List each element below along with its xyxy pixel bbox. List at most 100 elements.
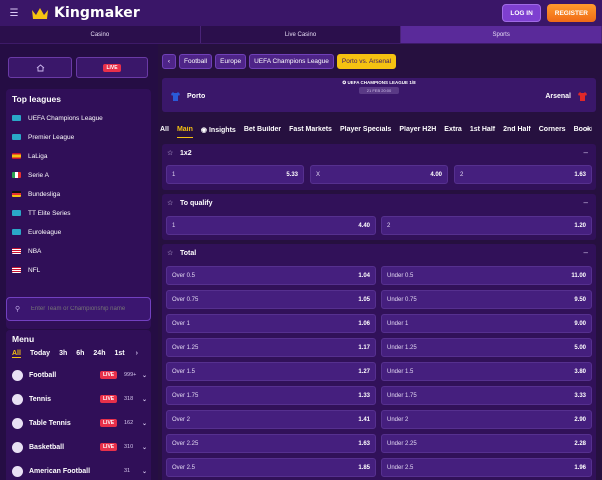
league-item[interactable]: NFL xyxy=(12,264,40,276)
tab-extra[interactable]: Extra xyxy=(444,126,462,138)
login-button[interactable]: LOG IN xyxy=(502,4,541,22)
tab-1st-half[interactable]: 1st Half xyxy=(470,126,495,138)
search-input[interactable] xyxy=(30,306,150,312)
market-title: To qualify xyxy=(180,199,213,207)
odd-button[interactable]: Under 2.5 1.96 xyxy=(381,458,592,477)
live-badge: LIVE xyxy=(103,63,121,72)
odd-value: 1.63 xyxy=(358,440,370,447)
league-item[interactable]: Euroleague xyxy=(12,226,61,238)
tab-bookings[interactable]: Bookings xyxy=(574,126,592,138)
odd-button[interactable]: Over 1.5 1.27 xyxy=(166,362,376,381)
odd-button[interactable]: Over 1 1.06 xyxy=(166,314,376,333)
breadcrumb: ‹ Football Europe UEFA Champions League … xyxy=(162,54,397,69)
sport-item-tennis[interactable]: Tennis LIVE 318 ⌄ xyxy=(12,392,147,406)
tab-player-h2h[interactable]: Player H2H xyxy=(399,126,436,138)
tab-sports[interactable]: Sports xyxy=(401,26,602,43)
league-item[interactable]: LaLiga xyxy=(12,150,48,162)
odd-value: 1.85 xyxy=(358,464,370,471)
breadcrumb-football[interactable]: Football xyxy=(179,54,213,69)
league-item[interactable]: TT Elite Series xyxy=(12,207,71,219)
odd-button[interactable]: Over 1.75 1.33 xyxy=(166,386,376,405)
tab-fast-markets[interactable]: Fast Markets xyxy=(289,126,332,138)
match-league: ✪ UEFA CHAMPIONS LEAGUE 1/8 xyxy=(162,80,596,86)
odd-button[interactable]: Under 1.5 3.80 xyxy=(381,362,592,381)
menu-tab-3h[interactable]: 3h xyxy=(59,350,67,358)
menu-tab-1st[interactable]: 1st xyxy=(114,350,124,358)
star-icon[interactable]: ☆ xyxy=(167,199,175,207)
tab-corners[interactable]: Corners xyxy=(539,126,566,138)
tab-live-casino[interactable]: Live Casino xyxy=(201,26,402,43)
odd-button[interactable]: 2 1.20 xyxy=(381,216,592,235)
sport-item-american-football[interactable]: American Football 31 ⌄ xyxy=(12,464,147,478)
odd-label: Over 2.25 xyxy=(172,440,199,447)
register-button[interactable]: REGISTER xyxy=(546,4,596,22)
menu-tab-6h[interactable]: 6h xyxy=(76,350,84,358)
collapse-icon[interactable]: – xyxy=(584,148,588,157)
odd-button[interactable]: Under 2.25 2.28 xyxy=(381,434,592,453)
league-logo-icon: ✪ xyxy=(342,80,347,85)
odd-button[interactable]: Under 1 9.00 xyxy=(381,314,592,333)
chevron-down-icon[interactable]: ⌄ xyxy=(142,396,147,403)
odd-button[interactable]: Under 1.25 5.00 xyxy=(381,338,592,357)
star-icon[interactable]: ☆ xyxy=(167,149,175,157)
flag-icon xyxy=(12,191,21,197)
chevron-down-icon[interactable]: ⌄ xyxy=(142,372,147,379)
match-stage: 1/8 xyxy=(409,80,416,85)
league-item[interactable]: Premier League xyxy=(12,131,74,143)
tab-main[interactable]: Main xyxy=(176,126,193,138)
tab-all[interactable]: All xyxy=(160,126,169,138)
odd-value: 1.27 xyxy=(358,368,370,375)
league-item[interactable]: Bundesliga xyxy=(12,188,60,200)
odd-button[interactable]: Over 0.5 1.04 xyxy=(166,266,376,285)
league-item[interactable]: Serie A xyxy=(12,169,49,181)
league-item[interactable]: NBA xyxy=(12,245,41,257)
flag-icon xyxy=(12,115,21,121)
odd-button[interactable]: Over 1.25 1.17 xyxy=(166,338,376,357)
chevron-down-icon[interactable]: ⌄ xyxy=(142,444,147,451)
breadcrumb-league[interactable]: UEFA Champions League xyxy=(249,54,334,69)
league-item[interactable]: UEFA Champions League xyxy=(12,112,103,124)
search-box[interactable]: ⚲ xyxy=(6,297,151,321)
logo[interactable]: Kingmaker xyxy=(31,5,140,21)
odd-value: 5.33 xyxy=(286,171,298,178)
odd-button[interactable]: 1 4.40 xyxy=(166,216,376,235)
odd-button[interactable]: 1 5.33 xyxy=(166,165,304,184)
collapse-icon[interactable]: – xyxy=(584,198,588,207)
hamburger-menu-icon[interactable]: ☰ xyxy=(7,6,21,20)
sport-item-basketball[interactable]: Basketball LIVE 310 ⌄ xyxy=(12,440,147,454)
menu-tab-all[interactable]: All xyxy=(12,350,21,358)
odd-button[interactable]: 2 1.63 xyxy=(454,165,592,184)
menu-tab-24h[interactable]: 24h xyxy=(93,350,105,358)
live-button[interactable]: LIVE xyxy=(76,57,148,78)
sport-item-football[interactable]: Football LIVE 999+ ⌄ xyxy=(12,368,147,382)
sport-name: Football xyxy=(29,371,57,379)
odd-button[interactable]: Under 2 2.90 xyxy=(381,410,592,429)
home-button[interactable] xyxy=(8,57,72,78)
odd-button[interactable]: Over 2 1.41 xyxy=(166,410,376,429)
chevron-right-icon[interactable]: › xyxy=(136,350,138,358)
home-icon xyxy=(36,63,44,71)
sport-item-table-tennis[interactable]: Table Tennis LIVE 162 ⌄ xyxy=(12,416,147,430)
breadcrumb-match[interactable]: Porto vs. Arsenal xyxy=(336,54,397,69)
odd-button[interactable]: Over 0.75 1.05 xyxy=(166,290,376,309)
chevron-down-icon[interactable]: ⌄ xyxy=(142,468,147,475)
tab-bet-builder[interactable]: Bet Builder xyxy=(244,126,281,138)
odd-button[interactable]: Under 0.5 11.00 xyxy=(381,266,592,285)
collapse-icon[interactable]: – xyxy=(584,248,588,257)
menu-tab-today[interactable]: Today xyxy=(30,350,50,358)
breadcrumb-europe[interactable]: Europe xyxy=(215,54,247,69)
home-team: Porto xyxy=(170,91,205,102)
odd-button[interactable]: Over 2.5 1.85 xyxy=(166,458,376,477)
back-button[interactable]: ‹ xyxy=(162,54,176,69)
chevron-right-icon[interactable]: › xyxy=(586,126,588,133)
tab-casino[interactable]: Casino xyxy=(0,26,201,43)
tab-insights[interactable]: ◉ Insights xyxy=(201,126,236,138)
odd-button[interactable]: Over 2.25 1.63 xyxy=(166,434,376,453)
tab-player-specials[interactable]: Player Specials xyxy=(340,126,391,138)
odd-button[interactable]: X 4.00 xyxy=(310,165,448,184)
odd-button[interactable]: Under 0.75 9.50 xyxy=(381,290,592,309)
chevron-down-icon[interactable]: ⌄ xyxy=(142,420,147,427)
tab-2nd-half[interactable]: 2nd Half xyxy=(503,126,531,138)
star-icon[interactable]: ☆ xyxy=(167,249,175,257)
odd-button[interactable]: Under 1.75 3.33 xyxy=(381,386,592,405)
